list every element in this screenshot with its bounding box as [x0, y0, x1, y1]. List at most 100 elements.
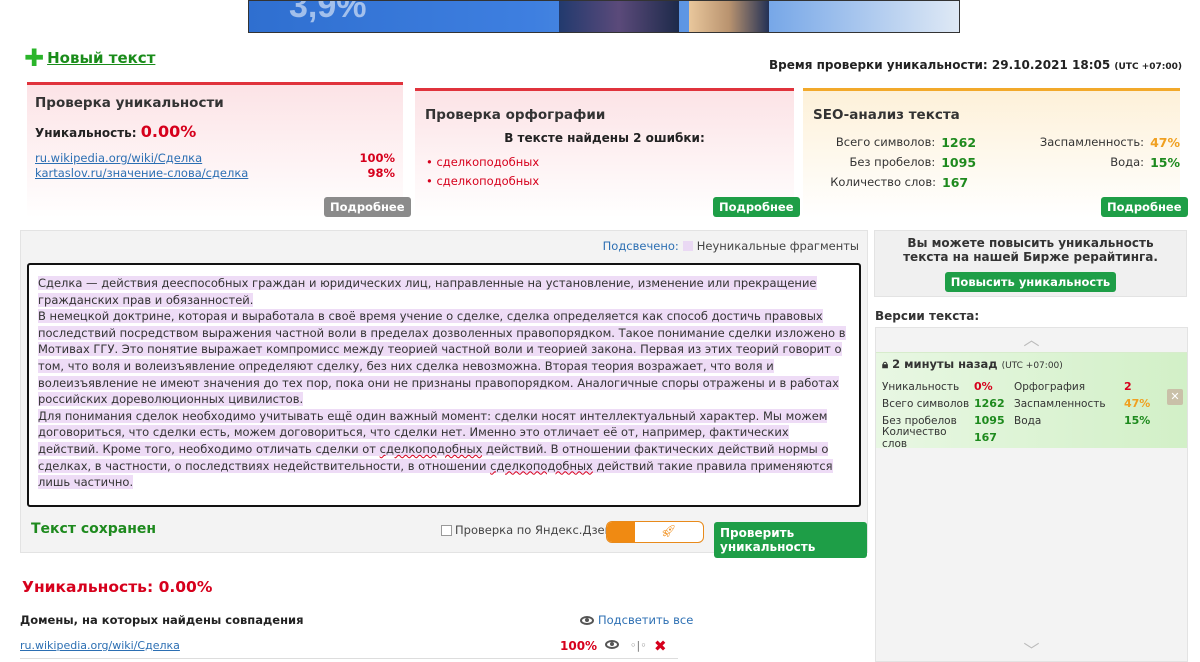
nonunique-swatch — [682, 241, 693, 251]
seo-card-title: SEO-анализ текста — [813, 107, 960, 123]
version-head: 🔒︎ 2 минуты назад (UTC +07:00) — [882, 357, 1181, 372]
version-uniq-label: Уникальность — [882, 380, 960, 393]
compare-icon[interactable]: ◦|◦ — [630, 639, 647, 652]
version-time: 2 минуты назад — [892, 357, 998, 371]
version-words-value: 167 — [974, 431, 997, 444]
seo-total-chars-value: 1262 — [941, 135, 977, 150]
chevron-up-icon[interactable]: ︿ — [876, 328, 1187, 352]
yandex-checkbox[interactable] — [441, 524, 452, 536]
versions-title: Версии текста: — [875, 309, 980, 323]
uniqueness-card: Проверка уникальности Уникальность: 0.00… — [27, 82, 411, 218]
seo-total-chars-label: Всего символов: — [835, 135, 936, 149]
uniqueness-card-title: Проверка уникальности — [35, 95, 224, 111]
banner-image-left — [559, 1, 679, 32]
check-time-tz: (UTC +07:00) — [1114, 62, 1182, 72]
new-text-link-group[interactable]: ✚ Новый текст — [24, 44, 155, 72]
spelling-found-label: В тексте найдены 2 ошибки: — [504, 131, 705, 145]
version-total-label: Всего символов — [882, 397, 970, 410]
version-water-value: 15% — [1124, 414, 1151, 427]
match-percent: 100% — [359, 151, 395, 165]
boost-toggle[interactable]: 🚀︎ — [606, 521, 704, 543]
seo-water-value: 15% — [1150, 155, 1180, 170]
seo-words-value: 167 — [942, 175, 969, 190]
domain-link[interactable]: ru.wikipedia.org/wiki/Сделка — [20, 639, 180, 652]
eye-icon — [580, 615, 594, 625]
domain-row: ru.wikipedia.org/wiki/Сделка 100% ◦|◦ ✖ — [20, 633, 678, 659]
highlight-all-button[interactable]: Подсветить все — [580, 613, 693, 627]
delete-version-icon[interactable]: ✕ — [1167, 389, 1183, 405]
text-paragraph: В немецкой доктрине, которая и выработал… — [38, 308, 850, 408]
ad-banner[interactable]: 3,9% — [248, 0, 960, 33]
promo-text: Вы можете повысить уникальность текста н… — [903, 236, 1158, 264]
text-paragraph: Сделка — действия дееспособных граждан и… — [38, 275, 850, 308]
spelling-card: Проверка орфографии В тексте найдены 2 о… — [415, 88, 800, 218]
check-time-label: Время проверки уникальности: 29.10.2021 … — [769, 58, 1111, 72]
domains-title: Домены, на которых найдены совпадения — [20, 613, 304, 627]
domain-percent: 100% — [560, 638, 598, 653]
version-row: Уникальность 0% Орфография 2 — [882, 378, 1181, 395]
nonunique-fragment: В немецкой доктрине, которая и выработал… — [38, 309, 846, 407]
seo-no-spaces-label: Без пробелов: — [849, 155, 936, 169]
version-row: Количество слов 167 — [882, 426, 1181, 450]
match-link[interactable]: kartaslov.ru/значение-слова/сделка — [35, 166, 248, 180]
spelling-card-title: Проверка орфографии — [425, 107, 606, 123]
version-tz: (UTC +07:00) — [1001, 361, 1063, 371]
spelling-details-button[interactable]: Подробнее — [713, 197, 800, 217]
uniqueness-label: Уникальность: — [35, 126, 137, 140]
spelling-error-item[interactable]: сделкоподобных — [426, 155, 784, 169]
uniqueness-details-button[interactable]: Подробнее — [324, 197, 411, 217]
spelling-error-item[interactable]: сделкоподобных — [426, 174, 784, 188]
seo-stats: Всего символов: 1262 Заспамленность: 47%… — [803, 135, 1180, 195]
editor-panel: Подсвечено: Неуникальные фрагменты Сделк… — [20, 230, 868, 558]
seo-row: Всего символов: 1262 Заспамленность: 47% — [803, 135, 1180, 150]
plus-icon: ✚ — [24, 44, 45, 72]
version-item[interactable]: 🔒︎ 2 минуты назад (UTC +07:00) Уникально… — [876, 352, 1187, 450]
saved-status: Текст сохранен — [31, 521, 157, 537]
version-spell-value: 2 — [1124, 380, 1132, 393]
spelling-error-word[interactable]: сделкоподобных — [379, 441, 483, 456]
delete-icon[interactable]: ✖ — [654, 637, 667, 655]
highlight-all-label: Подсветить все — [598, 613, 694, 627]
uniqueness-result-title: Уникальность: 0.00% — [22, 578, 213, 596]
uniqueness-value: 0.00% — [140, 122, 197, 141]
eye-icon[interactable] — [605, 640, 619, 649]
legend-label: Неуникальные фрагменты — [696, 239, 859, 253]
seo-spam-label: Заспамленность: — [1039, 135, 1145, 149]
version-row: Всего символов 1262 Заспамленность 47% — [882, 395, 1181, 412]
seo-details-button[interactable]: Подробнее — [1101, 197, 1188, 217]
check-time: Время проверки уникальности: 29.10.2021 … — [769, 58, 1182, 72]
spelling-error-word[interactable]: сделкоподобных — [490, 458, 593, 473]
seo-card: SEO-анализ текста Всего символов: 1262 З… — [803, 88, 1188, 218]
match-row: kartaslov.ru/значение-слова/сделка 98% — [35, 166, 395, 180]
chevron-down-icon[interactable]: ﹀ — [876, 637, 1187, 661]
text-paragraph: Для понимания сделок необходимо учитыват… — [38, 408, 850, 491]
version-stats: Уникальность 0% Орфография 2 Всего симво… — [882, 378, 1181, 450]
highlight-legend: Подсвечено: Неуникальные фрагменты — [603, 239, 859, 253]
highlighted-label[interactable]: Подсвечено: — [603, 239, 679, 253]
version-spam-value: 47% — [1124, 397, 1151, 410]
toggle-fill — [607, 522, 635, 542]
match-percent: 98% — [367, 166, 395, 180]
versions-panel: ︿ 🔒︎ 2 минуты назад (UTC +07:00) Уникаль… — [875, 327, 1188, 662]
seo-words-label: Количество слов: — [830, 175, 936, 189]
seo-row: Количество слов: 167 — [803, 175, 1180, 190]
version-spell-label: Орфография — [1014, 380, 1086, 393]
seo-water-label: Вода: — [1110, 155, 1145, 169]
match-list: ru.wikipedia.org/wiki/Сделка 100% kartas… — [35, 151, 395, 180]
check-uniqueness-button[interactable]: Проверить уникальность — [714, 522, 867, 558]
seo-spam-value: 47% — [1150, 135, 1180, 150]
seo-no-spaces-value: 1095 — [941, 155, 977, 170]
match-link[interactable]: ru.wikipedia.org/wiki/Сделка — [35, 151, 202, 165]
version-spam-label: Заспамленность — [1014, 397, 1106, 410]
text-editor[interactable]: Сделка — действия дееспособных граждан и… — [27, 263, 861, 507]
version-water-label: Вода — [1014, 414, 1042, 427]
boost-uniqueness-button[interactable]: Повысить уникальность — [944, 272, 1117, 292]
rewrite-promo: Вы можете повысить уникальность текста н… — [874, 230, 1187, 297]
new-text-link[interactable]: Новый текст — [47, 49, 155, 67]
rocket-icon: 🚀︎ — [661, 524, 677, 538]
yandex-check[interactable]: Проверка по Яндекс.Дзен — [441, 523, 612, 537]
yandex-check-label: Проверка по Яндекс.Дзен — [455, 523, 613, 537]
seo-row: Без пробелов: 1095 Вода: 15% — [803, 155, 1180, 170]
spelling-error-list: сделкоподобных сделкоподобных — [425, 155, 784, 188]
banner-text: 3,9% — [289, 0, 367, 25]
